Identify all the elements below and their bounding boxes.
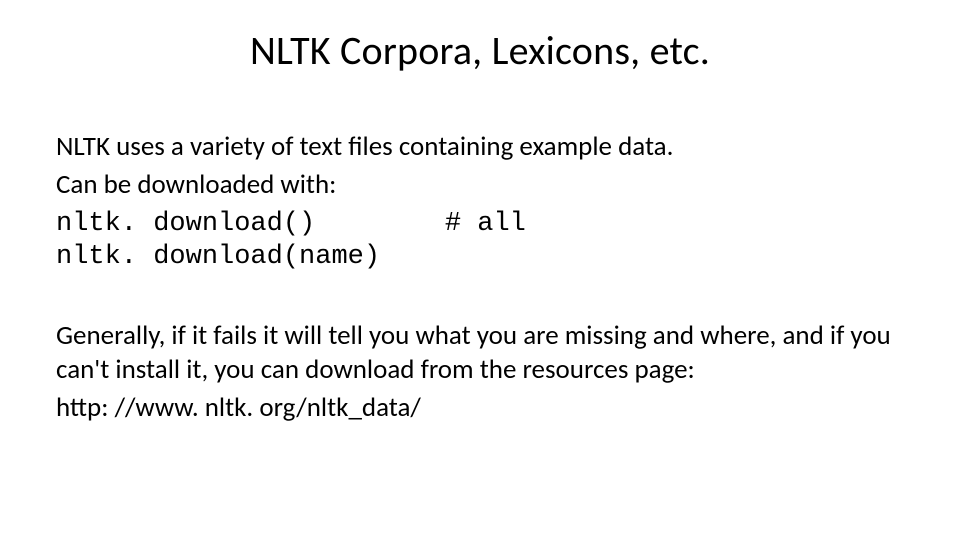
- slide-title: NLTK Corpora, Lexicons, etc.: [0, 26, 960, 75]
- code-block: nltk. download() # all nltk. download(na…: [56, 208, 904, 276]
- spacer: [56, 281, 904, 319]
- code-line-2: nltk. download(name): [56, 241, 904, 275]
- code-line-1: nltk. download() # all: [56, 208, 904, 242]
- resources-url: http: //www. nltk. org/nltk_data/: [56, 391, 904, 425]
- slide: NLTK Corpora, Lexicons, etc. NLTK uses a…: [0, 0, 960, 540]
- paragraph-2: Generally, if it fails it will tell you …: [56, 319, 904, 387]
- slide-body: NLTK uses a variety of text files contai…: [56, 130, 904, 428]
- intro-line-1: NLTK uses a variety of text files contai…: [56, 130, 904, 164]
- intro-line-2: Can be downloaded with:: [56, 168, 904, 202]
